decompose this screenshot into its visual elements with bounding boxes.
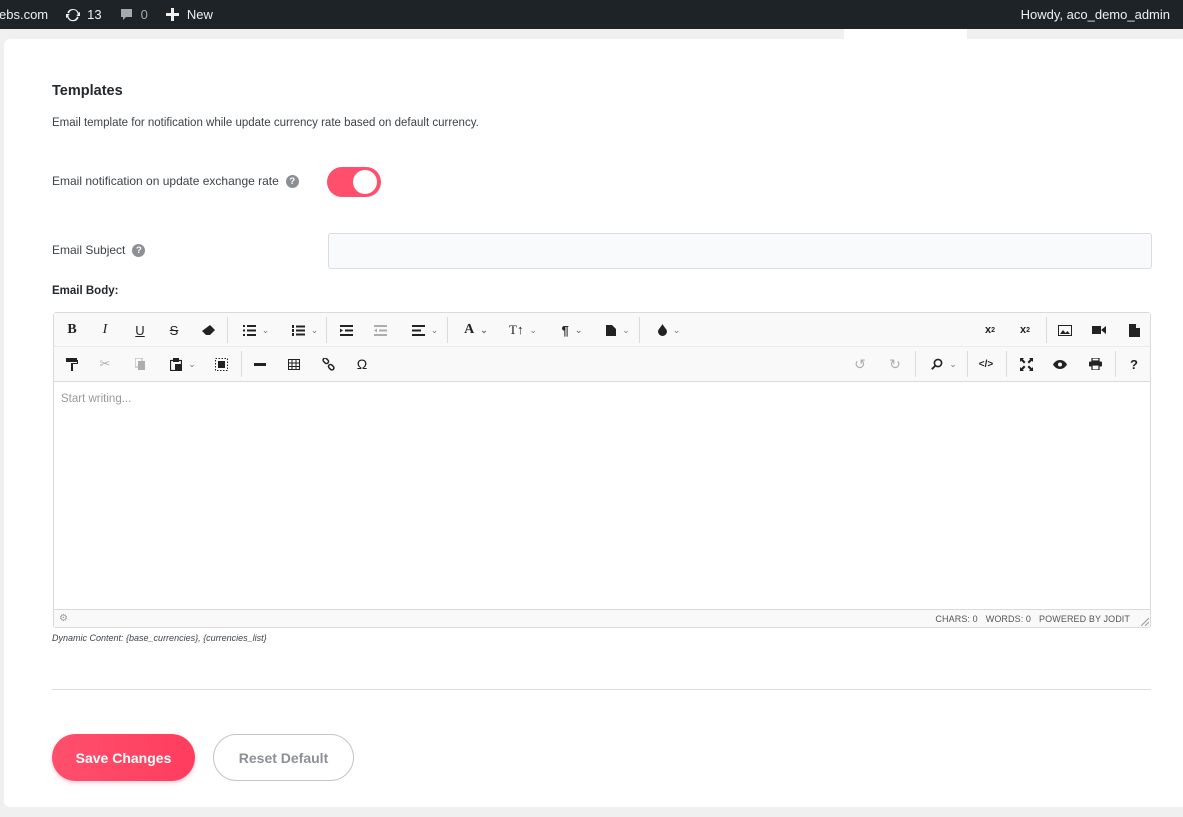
- section-title: Templates: [52, 83, 123, 99]
- print-icon[interactable]: [1086, 352, 1104, 376]
- bullet-list-icon[interactable]: ⌄: [238, 318, 274, 342]
- reset-default-button[interactable]: Reset Default: [213, 734, 354, 781]
- copy-format-icon[interactable]: [63, 352, 81, 376]
- updates-count: 13: [87, 7, 102, 22]
- select-all-icon[interactable]: [212, 352, 230, 376]
- toolbar-separator: [1115, 351, 1116, 377]
- site-name-label: ebs.com: [0, 7, 49, 22]
- comments-link[interactable]: 0: [110, 0, 156, 29]
- editor-placeholder: Start writing...: [61, 393, 132, 405]
- toolbar-separator: [915, 351, 916, 377]
- search-icon[interactable]: ⌄: [925, 352, 963, 376]
- editor-toolbar-row-2: ✂ ⌄ Ω ↺ ↻ ⌄ </> ?: [54, 347, 1150, 382]
- notify-label: Email notification on update exchange ra…: [52, 174, 279, 188]
- italic-icon[interactable]: I: [96, 318, 114, 342]
- link-icon[interactable]: [319, 352, 337, 376]
- toggle-knob: [353, 170, 377, 194]
- subject-label: Email Subject: [52, 243, 126, 257]
- divider: [52, 689, 1151, 690]
- undo-icon[interactable]: ↺: [851, 352, 869, 376]
- section-description: Email template for notification while up…: [52, 117, 479, 129]
- plus-icon: [164, 6, 182, 24]
- fullscreen-icon[interactable]: [1017, 352, 1035, 376]
- gear-icon[interactable]: ⚙: [59, 613, 68, 624]
- updates-link[interactable]: 13: [56, 0, 109, 29]
- comments-count: 0: [140, 7, 148, 22]
- font-size-icon[interactable]: T↑ ⌄: [504, 318, 542, 342]
- my-account-link[interactable]: Howdy, aco_demo_admin: [1013, 0, 1178, 29]
- bold-icon[interactable]: B: [63, 318, 81, 342]
- help-icon[interactable]: ?: [285, 174, 299, 188]
- editor-content-area[interactable]: Start writing...: [54, 382, 1150, 610]
- subscript-icon[interactable]: x2: [1016, 318, 1034, 342]
- numbered-list-icon[interactable]: ⌄: [287, 318, 323, 342]
- underline-icon[interactable]: U: [131, 318, 149, 342]
- editor-toolbar-row-1: B I U S ⌄ ⌄ ⌄ A ⌄ T↑ ⌄ ¶ ⌄ ⌄ ⌄ x 2 x 2: [54, 313, 1150, 347]
- email-subject-input[interactable]: [328, 233, 1152, 269]
- site-name-link[interactable]: ebs.com: [0, 0, 56, 29]
- resize-handle-icon[interactable]: [1141, 618, 1149, 626]
- toolbar-separator: [639, 317, 640, 343]
- cut-icon[interactable]: ✂: [96, 352, 114, 376]
- active-tab-notch: [844, 29, 967, 39]
- save-changes-button[interactable]: Save Changes: [52, 734, 195, 781]
- toolbar-separator: [241, 351, 242, 377]
- table-icon[interactable]: [285, 352, 303, 376]
- admin-bar: ebs.com 13 0 New Howdy, aco_demo_admin: [0, 0, 1183, 29]
- superscript-icon[interactable]: x2: [981, 318, 999, 342]
- preview-eye-icon[interactable]: [1051, 352, 1069, 376]
- toolbar-separator: [227, 317, 228, 343]
- powered-by-link[interactable]: POWERED BY JODIT: [1039, 614, 1130, 624]
- about-help-icon[interactable]: ?: [1125, 352, 1143, 376]
- brush-icon[interactable]: ⌄: [651, 318, 687, 342]
- special-characters-icon[interactable]: Ω: [353, 352, 371, 376]
- updates-icon: [64, 6, 82, 24]
- comment-icon: [118, 6, 136, 24]
- help-icon[interactable]: ?: [132, 243, 146, 257]
- chars-count: CHARS: 0: [935, 614, 978, 624]
- indent-icon[interactable]: [337, 318, 355, 342]
- toolbar-separator: [1006, 351, 1007, 377]
- toolbar-separator: [967, 351, 968, 377]
- redo-icon[interactable]: ↻: [886, 352, 904, 376]
- new-label: New: [186, 7, 213, 22]
- editor-stats: CHARS: 0 WORDS: 0 POWERED BY JODIT: [935, 614, 1146, 624]
- toolbar-separator: [326, 317, 327, 343]
- horizontal-rule-icon[interactable]: [251, 352, 269, 376]
- toolbar-separator: [447, 317, 448, 343]
- settings-card: Templates Email template for notificatio…: [4, 39, 1183, 807]
- image-icon[interactable]: [1056, 318, 1074, 342]
- file-icon[interactable]: [1125, 318, 1143, 342]
- font-icon[interactable]: A ⌄: [458, 318, 494, 342]
- copy-icon[interactable]: [131, 352, 149, 376]
- notify-toggle[interactable]: [327, 167, 381, 197]
- howdy-label: Howdy, aco_demo_admin: [1020, 7, 1170, 22]
- eraser-icon[interactable]: [199, 318, 217, 342]
- source-code-icon[interactable]: </>: [976, 352, 996, 376]
- rich-text-editor: B I U S ⌄ ⌄ ⌄ A ⌄ T↑ ⌄ ¶ ⌄ ⌄ ⌄ x 2 x 2 ✂…: [53, 312, 1151, 628]
- outdent-icon[interactable]: [371, 318, 389, 342]
- new-content-link[interactable]: New: [156, 0, 221, 29]
- editor-statusbar: ⚙ CHARS: 0 WORDS: 0 POWERED BY JODIT: [54, 609, 1150, 627]
- paste-icon[interactable]: ⌄: [165, 352, 201, 376]
- strikethrough-icon[interactable]: S: [165, 318, 183, 342]
- body-label: Email Body:: [52, 285, 119, 297]
- classes-icon[interactable]: ⌄: [599, 318, 637, 342]
- subject-row-label: Email Subject ?: [52, 243, 146, 257]
- words-count: WORDS: 0: [985, 614, 1032, 624]
- dynamic-content-hint: Dynamic Content: {base_currencies}, {cur…: [52, 633, 267, 643]
- align-icon[interactable]: ⌄: [406, 318, 444, 342]
- toolbar-separator: [1046, 317, 1047, 343]
- video-icon[interactable]: [1090, 318, 1108, 342]
- paragraph-icon[interactable]: ¶ ⌄: [554, 318, 590, 342]
- notify-row-label: Email notification on update exchange ra…: [52, 174, 299, 188]
